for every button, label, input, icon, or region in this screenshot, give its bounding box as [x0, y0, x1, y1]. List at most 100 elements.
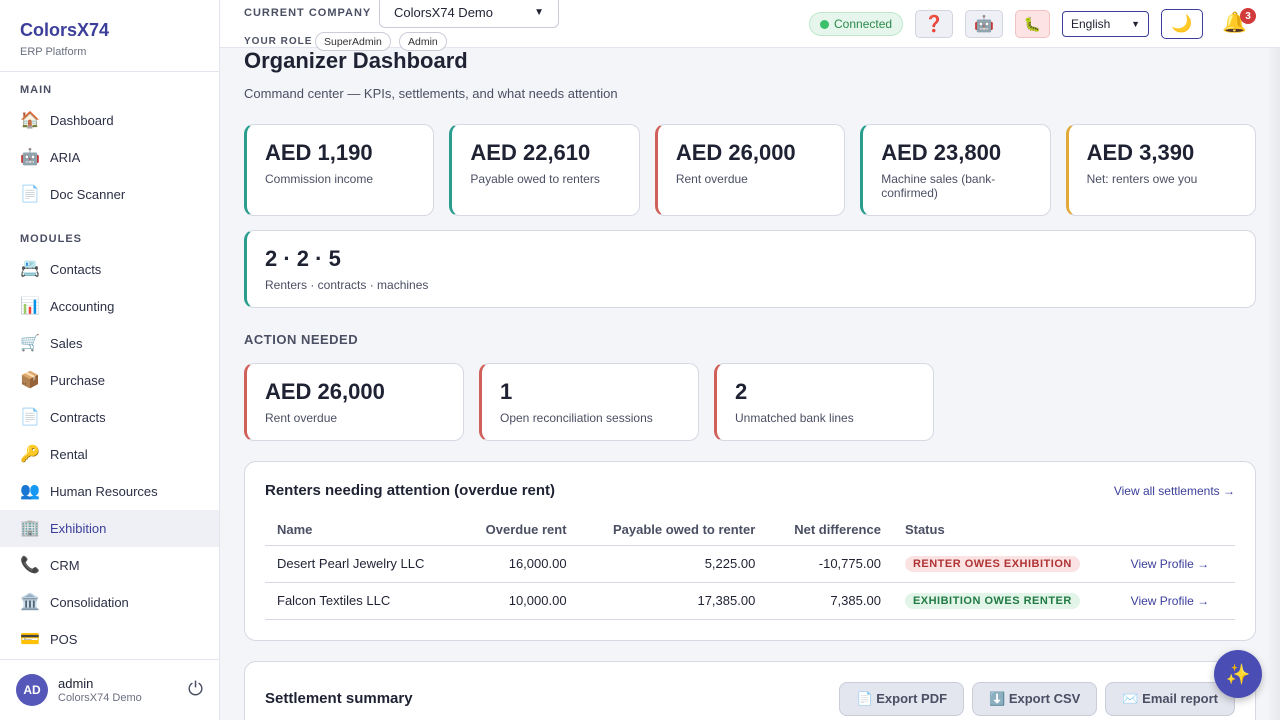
export-pdf-button[interactable]: 📄 Export PDF — [839, 681, 965, 716]
sidebar-item-label: Accounting — [50, 299, 115, 314]
kpi-card-counts[interactable]: 2 · 2 · 5 Renters · contracts · machines — [244, 230, 1256, 308]
sidebar-item-pos[interactable]: 💳 POS — [0, 621, 219, 658]
sidebar-item-exhibition[interactable]: 🏢 Exhibition — [0, 510, 219, 547]
cell-payable: 17,385.00 — [578, 582, 768, 620]
kpi-value: AED 1,190 — [265, 140, 373, 165]
action-card-rent-overdue[interactable]: AED 26,000 Rent overdue — [244, 363, 464, 441]
ai-assistant-fab[interactable]: ✨ — [1214, 650, 1262, 698]
page-title: Organizer Dashboard — [244, 48, 468, 73]
sidebar-item-label: ARIA — [50, 150, 81, 165]
bug-report-button[interactable]: 🐛 — [1015, 10, 1050, 38]
kpi-card-net[interactable]: AED 3,390 Net: renters owe you — [1065, 124, 1257, 216]
export-button-group: 📄 Export PDF ⬇️ Export CSV ✉️ Email repo… — [839, 681, 1235, 716]
home-icon: 🏠 — [20, 111, 40, 129]
key-icon: 🔑 — [20, 445, 40, 463]
kpi-value: AED 23,800 — [881, 140, 1002, 165]
nav-section-modules: MODULES — [20, 233, 82, 245]
panel-title: Renters needing attention (overdue rent) — [265, 482, 556, 499]
sidebar-item-crm[interactable]: 📞 CRM — [0, 547, 219, 584]
sparkles-icon: ✨ — [1225, 663, 1251, 686]
role-label: YOUR ROLE — [244, 36, 313, 47]
export-csv-button[interactable]: ⬇️ Export CSV — [972, 681, 1098, 716]
sidebar-item-label: Consolidation — [50, 595, 129, 610]
kpi-row: AED 1,190 Commission income AED 22,610 P… — [244, 124, 1257, 216]
user-info: admin ColorsX74 Demo — [58, 676, 188, 704]
sidebar-item-label: Exhibition — [50, 521, 107, 536]
sidebar-item-accounting[interactable]: 📊 Accounting — [0, 288, 219, 325]
cell-name: Desert Pearl Jewelry LLC — [265, 545, 460, 583]
sidebar-item-label: Sales — [50, 336, 83, 351]
email-report-button[interactable]: ✉️ Email report — [1105, 681, 1235, 716]
sidebar-item-sales[interactable]: 🛒 Sales — [0, 325, 219, 362]
moon-icon: 🌙 — [1171, 14, 1193, 33]
role-chip-admin: Admin — [399, 32, 447, 51]
role-chip-superadmin: SuperAdmin — [315, 32, 391, 51]
sidebar-item-label: Contracts — [50, 410, 106, 425]
kpi-label: Machine sales (bank-confirmed) — [881, 172, 996, 200]
kpi-value: 2 · 2 · 5 — [265, 246, 341, 271]
chevron-down-icon: ▼ — [534, 6, 544, 18]
sidebar-item-doc-scanner[interactable]: 📄 Doc Scanner — [0, 176, 219, 213]
power-icon[interactable]: ⏻ — [188, 679, 203, 701]
sidebar-item-consolidation[interactable]: 🏛️ Consolidation — [0, 584, 219, 621]
cell-overdue: 16,000.00 — [459, 545, 579, 583]
view-profile-link[interactable]: View Profile → — [1131, 557, 1209, 571]
kpi-card-machine-sales[interactable]: AED 23,800 Machine sales (bank-confirmed… — [860, 124, 1051, 216]
renters-table: Name Overdue rent Payable owed to renter… — [265, 515, 1235, 620]
main-content: Organizer Dashboard Command center — KPI… — [244, 48, 1257, 720]
notification-count-badge: 3 — [1240, 8, 1256, 24]
action-label: Unmatched bank lines — [735, 411, 854, 425]
theme-toggle-button[interactable]: 🌙 — [1161, 9, 1203, 39]
language-select-value: English — [1071, 17, 1111, 31]
company-select[interactable]: ColorsX74 Demo ▼ — [379, 0, 559, 28]
brand-title[interactable]: ColorsX74 — [20, 20, 199, 41]
package-icon: 📦 — [20, 371, 40, 389]
renters-attention-panel: Renters needing attention (overdue rent)… — [244, 461, 1256, 641]
view-profile-link[interactable]: View Profile → — [1131, 594, 1209, 608]
sidebar-item-rental[interactable]: 🔑 Rental — [0, 436, 219, 473]
sidebar-item-label: Human Resources — [50, 484, 158, 499]
cell-name: Falcon Textiles LLC — [265, 582, 460, 620]
chevron-down-icon: ▼ — [1131, 19, 1140, 29]
table-row: Falcon Textiles LLC 10,000.00 17,385.00 … — [265, 582, 1235, 620]
sidebar-item-purchase[interactable]: 📦 Purchase — [0, 362, 219, 399]
kpi-card-commission[interactable]: AED 1,190 Commission income — [244, 124, 435, 216]
topbar: CURRENT COMPANY ColorsX74 Demo ▼ YOUR RO… — [220, 0, 1280, 51]
action-card-unmatched-bank[interactable]: 2 Unmatched bank lines — [714, 363, 934, 441]
action-needed-heading: ACTION NEEDED — [244, 332, 359, 347]
assistant-button[interactable]: 🤖 — [965, 10, 1003, 38]
sidebar-item-contracts[interactable]: 📄 Contracts — [0, 399, 219, 436]
kpi-card-rent-overdue[interactable]: AED 26,000 Rent overdue — [654, 124, 846, 216]
connection-status-badge: Connected — [809, 12, 904, 36]
company-label: CURRENT COMPANY — [244, 7, 372, 19]
sidebar-item-contacts[interactable]: 📇 Contacts — [0, 251, 219, 288]
cell-action: View Profile → — [1118, 582, 1235, 620]
action-card-reconciliation[interactable]: 1 Open reconciliation sessions — [479, 363, 699, 441]
kpi-card-payable[interactable]: AED 22,610 Payable owed to renters — [449, 124, 640, 216]
table-header-row: Name Overdue rent Payable owed to renter… — [265, 515, 1235, 546]
sidebar-item-label: Purchase — [50, 373, 105, 388]
cart-icon: 🛒 — [20, 334, 40, 352]
brand-subtitle: ERP Platform — [20, 46, 87, 58]
kpi-label: Payable owed to renters — [470, 172, 600, 186]
help-button[interactable]: ❓ — [915, 10, 953, 38]
user-name: admin — [58, 676, 94, 691]
people-icon: 👥 — [20, 482, 40, 500]
nav-section-main: MAIN — [20, 84, 53, 96]
sidebar-item-dashboard[interactable]: 🏠 Dashboard — [0, 102, 219, 139]
sidebar: ColorsX74 ERP Platform MAIN 🏠 Dashboard 🤖… — [0, 0, 220, 720]
scroll-shadow — [1266, 0, 1280, 720]
avatar[interactable]: AD — [16, 674, 48, 706]
sidebar-item-label: Dashboard — [50, 113, 114, 128]
office-building-icon: 🏢 — [20, 519, 40, 537]
language-select[interactable]: English ▼ — [1062, 11, 1149, 37]
user-company: ColorsX74 Demo — [58, 692, 142, 704]
sidebar-item-human-resources[interactable]: 👥 Human Resources — [0, 473, 219, 510]
view-all-settlements-link[interactable]: View all settlements → — [1114, 484, 1235, 498]
action-value: 1 — [500, 379, 513, 404]
kpi-value: AED 26,000 — [675, 140, 796, 165]
kpi-value: AED 22,610 — [470, 140, 591, 165]
sidebar-item-aria[interactable]: 🤖 ARIA — [0, 139, 219, 176]
column-header-name: Name — [265, 515, 460, 546]
table-row: Desert Pearl Jewelry LLC 16,000.00 5,225… — [265, 545, 1235, 583]
